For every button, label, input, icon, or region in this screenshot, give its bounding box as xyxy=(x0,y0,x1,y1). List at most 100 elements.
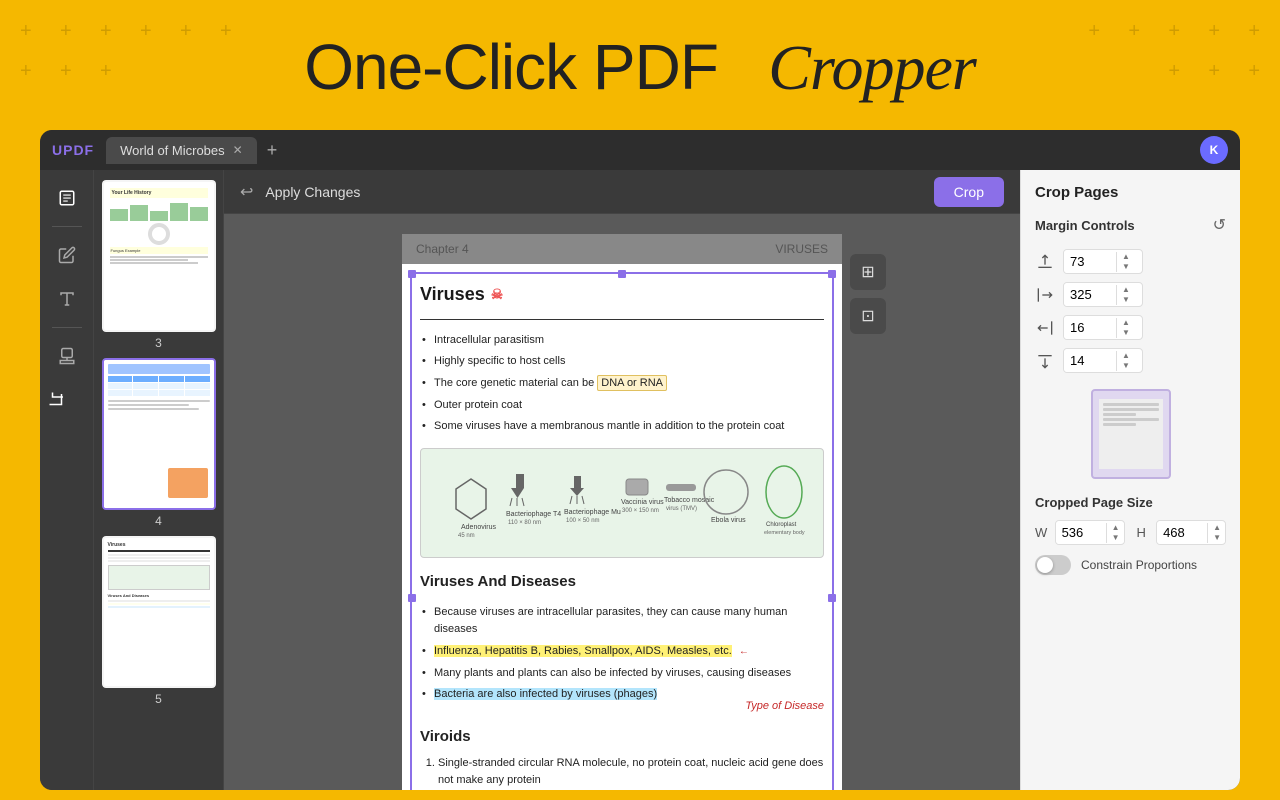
crop-tool-button-1[interactable]: ⊞ xyxy=(850,254,886,290)
page-content: Viruses ☠ Intracellular parasitism Highl… xyxy=(402,264,842,790)
viruses-section-title: Viruses ☠ xyxy=(420,280,824,309)
width-up[interactable]: ▲ xyxy=(1107,523,1125,533)
margin-top-input-wrap: ▲ ▼ xyxy=(1063,249,1143,274)
bullet-item-1: Intracellular parasitism xyxy=(420,330,824,352)
margin-bottom-input[interactable] xyxy=(1064,349,1116,372)
margin-top-input[interactable] xyxy=(1064,250,1116,273)
preview-line-3 xyxy=(1103,413,1137,416)
margin-right-down[interactable]: ▼ xyxy=(1117,295,1135,305)
disease-bullet-3: Many plants and plants can also be infec… xyxy=(420,663,824,685)
apply-icon: ↩ xyxy=(240,182,253,202)
avatar: K xyxy=(1200,136,1228,164)
margin-left-input-wrap: ▲ ▼ xyxy=(1063,315,1143,340)
height-spinners: ▲ ▼ xyxy=(1207,523,1226,543)
pdf-toolbar: ↩ Apply Changes Crop xyxy=(224,170,1020,214)
right-panel: Crop Pages Margin Controls ↺ xyxy=(1020,170,1240,790)
pdf-viewer: ↩ Apply Changes Crop Chapter 4 VIRUSES xyxy=(224,170,1020,790)
margin-right-input[interactable] xyxy=(1064,283,1116,306)
crop-button[interactable]: Crop xyxy=(934,177,1004,207)
disease-bullet-4: Bacteria are also infected by viruses (p… xyxy=(420,684,824,706)
dna-rna-highlight: DNA or RNA xyxy=(597,375,667,391)
margin-right-spinners: ▲ ▼ xyxy=(1116,285,1135,305)
new-tab-button[interactable]: + xyxy=(261,140,284,161)
cropped-size-section: Cropped Page Size W ▲ ▼ H ▲ xyxy=(1035,495,1226,575)
width-input[interactable] xyxy=(1056,521,1106,544)
section-divider xyxy=(420,319,824,320)
width-down[interactable]: ▼ xyxy=(1107,533,1125,543)
preview-inner xyxy=(1099,399,1163,469)
svg-text:elementary body: elementary body xyxy=(764,530,805,536)
margin-left-spinners: ▲ ▼ xyxy=(1116,318,1135,338)
thumbnail-img-4[interactable] xyxy=(102,358,216,510)
margin-bottom-down[interactable]: ▼ xyxy=(1117,361,1135,371)
preview-line-1 xyxy=(1103,403,1159,406)
svg-text:virus (TMV): virus (TMV) xyxy=(666,506,697,512)
preview-line-4 xyxy=(1103,418,1159,421)
constrain-toggle[interactable] xyxy=(1035,555,1071,575)
sidebar-icon-stamp[interactable] xyxy=(49,338,85,374)
margin-right-input-wrap: ▲ ▼ xyxy=(1063,282,1143,307)
hero-title-normal: One-Click PDF xyxy=(304,31,718,103)
thumbnail-item-5[interactable]: Viruses Viruses And Diseases 5 xyxy=(102,536,215,706)
left-sidebar xyxy=(40,170,94,790)
svg-text:Adenovirus: Adenovirus xyxy=(461,524,497,531)
svg-text:Chloroplast: Chloroplast xyxy=(766,522,797,528)
svg-text:Ebola virus: Ebola virus xyxy=(711,517,746,524)
margin-bottom-up[interactable]: ▲ xyxy=(1117,351,1135,361)
bullet-item-3: The core genetic material can be DNA or … xyxy=(420,373,824,395)
pdf-page: Chapter 4 VIRUSES Viruses ☠ xyxy=(402,234,842,790)
crop-pages-title: Crop Pages xyxy=(1035,184,1226,201)
viruses-title-text: Viruses xyxy=(420,280,485,309)
chapter-label: Chapter 4 xyxy=(416,242,469,256)
height-down[interactable]: ▼ xyxy=(1208,533,1226,543)
svg-text:300 × 150 nm: 300 × 150 nm xyxy=(622,508,659,514)
preview-line-5 xyxy=(1103,423,1137,426)
viroids-title: Viroids xyxy=(420,725,824,749)
thumbnail-img-5[interactable]: Viruses Viruses And Diseases xyxy=(102,536,216,688)
toggle-thumb xyxy=(1037,557,1053,573)
height-up[interactable]: ▲ xyxy=(1208,523,1226,533)
sidebar-icon-edit[interactable] xyxy=(49,237,85,273)
margin-left-up[interactable]: ▲ xyxy=(1117,318,1135,328)
height-input-wrap: ▲ ▼ xyxy=(1156,520,1226,545)
thumbnail-img-3[interactable]: Your Life History Fungus Example xyxy=(102,180,216,332)
sidebar-icon-document[interactable] xyxy=(49,180,85,216)
margin-left-input[interactable] xyxy=(1064,316,1116,339)
viroids-section: Viroids Single-stranded circular RNA mol… xyxy=(420,725,824,790)
thumbnail-item-4[interactable]: 4 xyxy=(102,358,215,528)
virus-diagram: Adenovirus 45 nm Bacteriophage T4 xyxy=(420,448,824,558)
constrain-row: Constrain Proportions xyxy=(1035,555,1226,575)
thumbnail-item-3[interactable]: Your Life History Fungus Example xyxy=(102,180,215,350)
viroid-item-1: Single-stranded circular RNA molecule, n… xyxy=(438,755,824,788)
sidebar-icon-crop[interactable] xyxy=(40,382,75,418)
margin-top-down[interactable]: ▼ xyxy=(1117,262,1135,272)
thumbnail-label-5: 5 xyxy=(155,692,162,706)
hero-area: One-Click PDF Cropper xyxy=(0,30,1280,105)
sidebar-divider-1 xyxy=(52,226,82,227)
width-input-wrap: ▲ ▼ xyxy=(1055,520,1125,545)
margin-right-up[interactable]: ▲ xyxy=(1117,285,1135,295)
pdf-scroll-area[interactable]: Chapter 4 VIRUSES Viruses ☠ xyxy=(224,214,1020,790)
section-label: VIRUSES xyxy=(775,242,828,256)
width-spinners: ▲ ▼ xyxy=(1106,523,1125,543)
height-input[interactable] xyxy=(1157,521,1207,544)
margin-left-row: ▲ ▼ xyxy=(1035,315,1226,340)
reset-button[interactable]: ↺ xyxy=(1213,215,1226,235)
constrain-label: Constrain Proportions xyxy=(1081,558,1197,572)
diseases-highlight-4: Bacteria are also infected by viruses (p… xyxy=(434,688,657,700)
title-bar: UPDF World of Microbes ✕ + K xyxy=(40,130,1240,170)
thumbnail-label-3: 3 xyxy=(155,336,162,350)
bullet-item-2: Highly specific to host cells xyxy=(420,351,824,373)
document-tab[interactable]: World of Microbes ✕ xyxy=(106,137,257,164)
tab-label: World of Microbes xyxy=(120,143,225,158)
tab-close-button[interactable]: ✕ xyxy=(233,143,243,157)
height-label: H xyxy=(1137,525,1151,540)
margin-top-up[interactable]: ▲ xyxy=(1117,252,1135,262)
crop-tool-button-2[interactable]: ⊡ xyxy=(850,298,886,334)
svg-text:45 nm: 45 nm xyxy=(458,533,475,539)
apply-changes-button[interactable]: Apply Changes xyxy=(265,184,360,200)
margin-right-row: ▲ ▼ xyxy=(1035,282,1226,307)
sidebar-icon-text[interactable] xyxy=(49,281,85,317)
svg-text:110 × 80 nm: 110 × 80 nm xyxy=(508,520,541,526)
margin-left-down[interactable]: ▼ xyxy=(1117,328,1135,338)
